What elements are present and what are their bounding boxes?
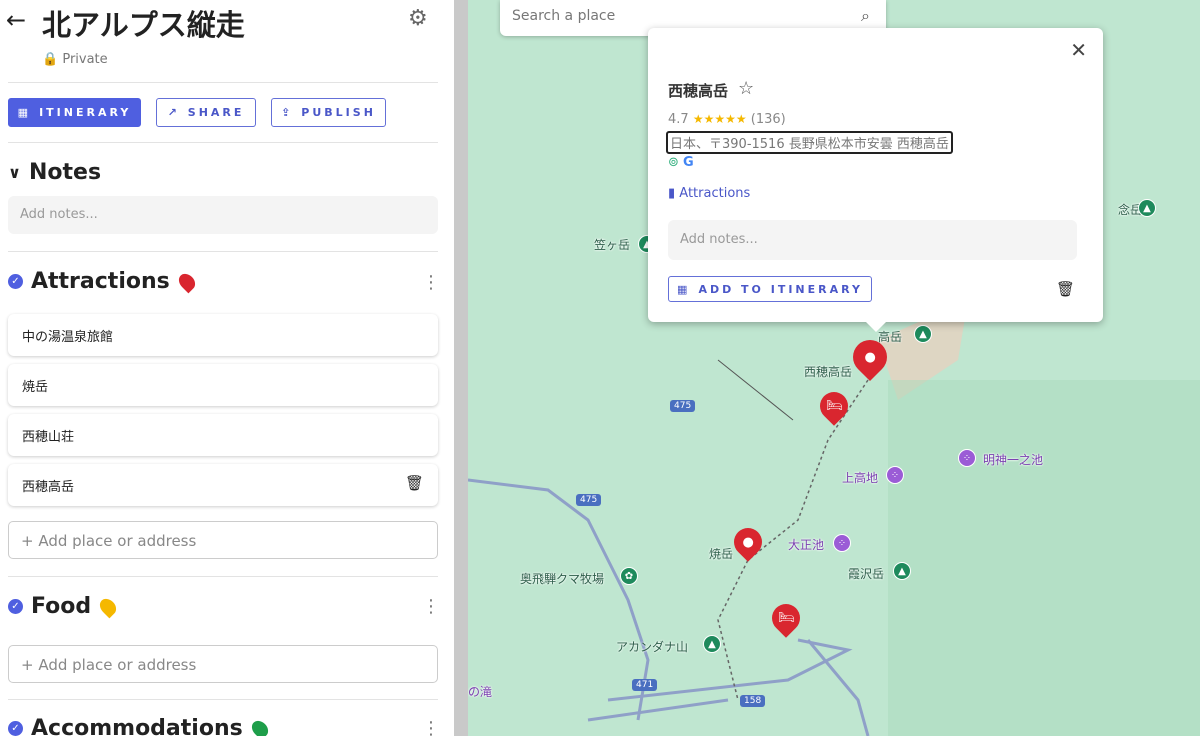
place-icon[interactable]: ⁘ (886, 466, 904, 484)
mountain-icon[interactable]: ▲ (1138, 199, 1156, 217)
upload-icon: ⇪ (281, 106, 294, 119)
bookmark-icon: ▮ (668, 186, 676, 201)
calendar-icon: ▦ (17, 106, 32, 119)
place-icon[interactable]: ⁘ (833, 534, 851, 552)
list-item[interactable]: 西穂山荘 (8, 414, 438, 456)
mountain-icon[interactable]: ▲ (893, 562, 911, 580)
place-icon[interactable]: ⁘ (958, 449, 976, 467)
map-label: 霞沢岳 (848, 567, 885, 581)
notes-heading[interactable]: ∨ Notes (8, 160, 101, 185)
gear-icon[interactable]: ⚙ (408, 6, 428, 31)
road-shield: 475 (576, 494, 602, 506)
pin-icon (175, 270, 199, 293)
section-food-heading[interactable]: ✓ Food (8, 594, 120, 619)
check-icon[interactable]: ✓ (8, 274, 23, 289)
lock-icon: 🔒 (42, 52, 59, 67)
road-shield: 475 (670, 400, 696, 412)
place-name: 西穂高岳 (668, 82, 729, 100)
visibility-label[interactable]: 🔒 Private (42, 52, 108, 67)
publish-button[interactable]: ⇪ PUBLISH (271, 98, 386, 127)
road-shield: 471 (632, 679, 658, 691)
check-icon[interactable]: ✓ (8, 721, 23, 736)
list-item[interactable]: 焼岳 (8, 364, 438, 406)
calendar-icon: ▦ (677, 282, 691, 296)
more-options-icon[interactable]: ⋮ (422, 596, 440, 617)
back-arrow-icon[interactable]: ← (6, 6, 26, 34)
add-place-input[interactable]: + Add place or address (8, 645, 438, 683)
place-address[interactable]: 日本、〒390-1516 長野県松本市安曇 西穂高岳 (666, 131, 953, 154)
more-options-icon[interactable]: ⋮ (422, 718, 440, 736)
search-icon[interactable]: ⌕ (861, 6, 870, 26)
road-shield: 158 (740, 695, 766, 707)
place-popup: ✕ 西穂高岳 ☆ 4.7 ★★★★★ (136) 日本、〒390-1516 長野… (648, 28, 1103, 332)
rating-stars-icon: ★★★★★ (692, 112, 747, 126)
pin-icon (96, 595, 120, 618)
tripadvisor-icon[interactable]: ⊚ (668, 155, 679, 170)
rating-row: 4.7 ★★★★★ (136) (668, 112, 786, 127)
pin-icon (248, 717, 272, 736)
trip-title[interactable]: 北アルプス縦走 (42, 2, 245, 44)
map-label: アカンダナ山 (616, 640, 689, 654)
list-item[interactable]: 西穂高岳 🗑 (8, 464, 438, 506)
map-label: 大正池 (788, 538, 825, 552)
divider (8, 142, 438, 143)
trash-icon[interactable]: 🗑 (1056, 280, 1075, 298)
more-options-icon[interactable]: ⋮ (422, 272, 440, 293)
notes-input[interactable]: Add notes... (8, 196, 438, 234)
paw-icon[interactable]: ✿ (620, 567, 638, 585)
category-link[interactable]: ▮ Attractions (668, 186, 750, 201)
trash-icon[interactable]: 🗑 (405, 474, 424, 492)
check-icon[interactable]: ✓ (8, 599, 23, 614)
section-attractions-heading[interactable]: ✓ Attractions (8, 269, 199, 294)
divider (8, 82, 438, 83)
map-label: 上高地 (842, 471, 879, 485)
add-place-input[interactable]: + Add place or address (8, 521, 438, 559)
list-item[interactable]: 中の湯温泉旅館 (8, 314, 438, 356)
map-label: 焼岳 (709, 547, 734, 561)
map-label: 明神一之池 (983, 453, 1044, 467)
close-icon[interactable]: ✕ (1070, 38, 1087, 62)
chevron-down-icon: ∨ (8, 163, 21, 182)
divider (8, 251, 438, 252)
divider (8, 576, 438, 577)
source-links: ⊚ G (668, 155, 694, 170)
sidebar: ← 北アルプス縦走 ⚙ 🔒 Private ▦ ITINERARY ↗ SHARE … (0, 0, 454, 736)
mountain-icon[interactable]: ▲ (914, 325, 932, 343)
share-button[interactable]: ↗ SHARE (156, 98, 256, 127)
map-label: 奥飛騨クマ牧場 (520, 572, 605, 586)
popup-notes-input[interactable]: Add notes... (668, 220, 1077, 260)
share-icon: ↗ (167, 106, 180, 119)
map-label: の滝 (468, 685, 493, 699)
mountain-icon[interactable]: ▲ (703, 635, 721, 653)
star-outline-icon[interactable]: ☆ (738, 78, 754, 99)
itinerary-button[interactable]: ▦ ITINERARY (8, 98, 141, 127)
panel-resize-handle[interactable] (454, 0, 468, 736)
section-accommodations-heading[interactable]: ✓ Accommodations (8, 716, 272, 736)
add-to-itinerary-button[interactable]: ▦ ADD TO ITINERARY (668, 276, 872, 302)
map-label: 西穂高岳 (804, 365, 853, 379)
divider (8, 699, 438, 700)
map-label: 笠ヶ岳 (594, 238, 631, 252)
google-icon[interactable]: G (683, 155, 694, 170)
